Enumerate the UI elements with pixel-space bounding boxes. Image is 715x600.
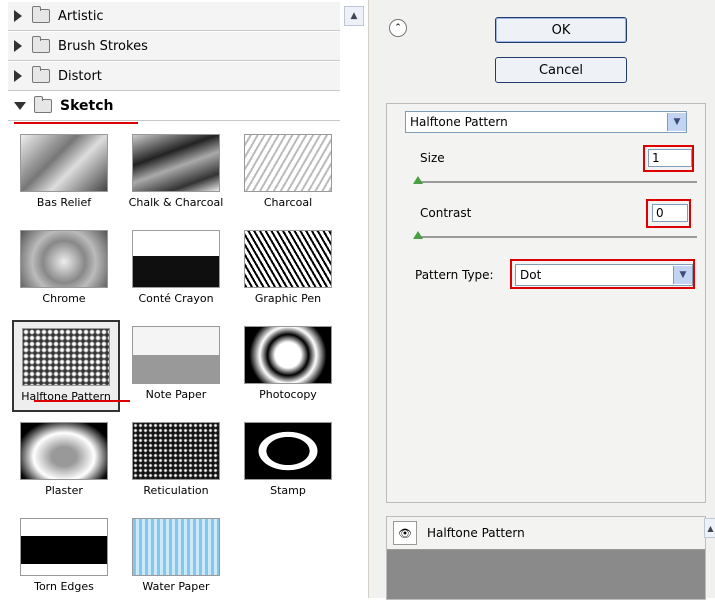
thumbnail-chrome[interactable]: Chrome (12, 224, 116, 312)
thumbnail-image (132, 230, 220, 288)
thumbnail-label: Torn Edges (34, 580, 94, 593)
thumbnail-label: Reticulation (143, 484, 209, 497)
thumbnail-image (20, 422, 108, 480)
contrast-label: Contrast (420, 206, 472, 220)
thumbnail-image (132, 134, 220, 192)
layers-scroll-up-button[interactable]: ▲ (704, 518, 715, 538)
thumbnail-label: Chrome (42, 292, 86, 305)
thumbnail-label: Charcoal (263, 196, 313, 209)
thumbnail-graphic-pen[interactable]: Graphic Pen (236, 224, 340, 312)
thumbnail-image (244, 326, 332, 384)
collapse-arrow-icon (14, 102, 26, 110)
thumbnail-label: Water Paper (142, 580, 210, 593)
thumbnail-label: Stamp (270, 484, 306, 497)
category-label: Brush Strokes (58, 38, 148, 54)
folder-icon (32, 6, 50, 23)
chevron-down-icon: ▼ (667, 113, 686, 131)
open-folder-icon (34, 96, 52, 113)
thumbnail-image (132, 422, 220, 480)
size-label: Size (420, 151, 445, 165)
folder-icon (32, 66, 50, 83)
size-slider-track[interactable] (415, 181, 697, 183)
contrast-slider-knob[interactable] (413, 231, 423, 239)
collapse-panel-icon[interactable]: ⌃ (389, 19, 407, 37)
thumbnail-chalk-charcoal[interactable]: Chalk & Charcoal (124, 128, 228, 216)
thumbnail-charcoal[interactable]: Charcoal (236, 128, 340, 216)
thumbnail-image (132, 326, 220, 384)
filter-select[interactable]: Halftone Pattern ▼ (405, 111, 687, 133)
category-artistic[interactable]: Artistic (8, 2, 340, 31)
effect-layer-row[interactable]: 👁 Halftone Pattern (387, 517, 705, 550)
thumbnail-label: Chalk & Charcoal (128, 196, 224, 209)
effect-layer-name: Halftone Pattern (427, 526, 525, 540)
thumbnail-water-paper[interactable]: Water Paper (124, 512, 228, 600)
thumbnail-label: Graphic Pen (254, 292, 322, 305)
cancel-button[interactable]: Cancel (495, 57, 627, 83)
expand-arrow-icon (14, 40, 22, 52)
thumbnail-label: Conté Crayon (138, 292, 214, 305)
category-distort[interactable]: Distort (8, 62, 340, 91)
thumbnail-reticulation[interactable]: Reticulation (124, 416, 228, 504)
thumbnail-torn-edges[interactable]: Torn Edges (12, 512, 116, 600)
filter-select-value: Halftone Pattern (410, 115, 508, 129)
thumbnail-image (244, 230, 332, 288)
thumbnail-image (244, 422, 332, 480)
thumbnail-bas-relief[interactable]: Bas Relief (12, 128, 116, 216)
ok-button[interactable]: OK (495, 17, 627, 43)
thumbnail-note-paper[interactable]: Note Paper (124, 320, 228, 408)
category-label: Sketch (60, 98, 114, 114)
size-highlight-box (643, 145, 694, 172)
thumbnail-plaster[interactable]: Plaster (12, 416, 116, 504)
highlight-underline (34, 400, 130, 402)
thumbnail-image (244, 134, 332, 192)
pattern-type-label: Pattern Type: (415, 268, 494, 282)
thumbnail-label: Photocopy (259, 388, 317, 401)
category-sketch[interactable]: Sketch (8, 92, 340, 121)
thumbnail-label: Note Paper (145, 388, 207, 401)
eye-icon[interactable]: 👁 (393, 521, 417, 545)
filter-gallery-panel: Artistic Brush Strokes Distort Sketch ▲ … (0, 0, 369, 598)
thumbnail-halftone-pattern[interactable]: Halftone Pattern (12, 320, 120, 412)
scroll-up-button[interactable]: ▲ (344, 6, 364, 26)
thumbnail-image (132, 518, 220, 576)
size-slider-knob[interactable] (413, 176, 423, 184)
category-label: Artistic (58, 8, 104, 24)
contrast-highlight-box (646, 199, 691, 228)
thumbnail-image (20, 134, 108, 192)
effect-layers-panel: 👁 Halftone Pattern (386, 516, 706, 600)
expand-arrow-icon (14, 70, 22, 82)
expand-arrow-icon (14, 10, 22, 22)
thumbnail-stamp[interactable]: Stamp (236, 416, 340, 504)
folder-icon (32, 36, 50, 53)
thumbnail-image (22, 328, 110, 386)
highlight-underline (14, 122, 138, 124)
category-brush-strokes[interactable]: Brush Strokes (8, 32, 340, 61)
thumbnail-photocopy[interactable]: Photocopy (236, 320, 340, 408)
contrast-slider-track[interactable] (415, 236, 697, 238)
pattern-type-highlight-box (510, 259, 695, 289)
category-label: Distort (58, 68, 102, 84)
thumbnail-label: Plaster (45, 484, 83, 497)
thumbnail-label: Bas Relief (36, 196, 92, 209)
thumbnail-image (20, 230, 108, 288)
thumbnail-conte-crayon[interactable]: Conté Crayon (124, 224, 228, 312)
thumbnail-image (20, 518, 108, 576)
